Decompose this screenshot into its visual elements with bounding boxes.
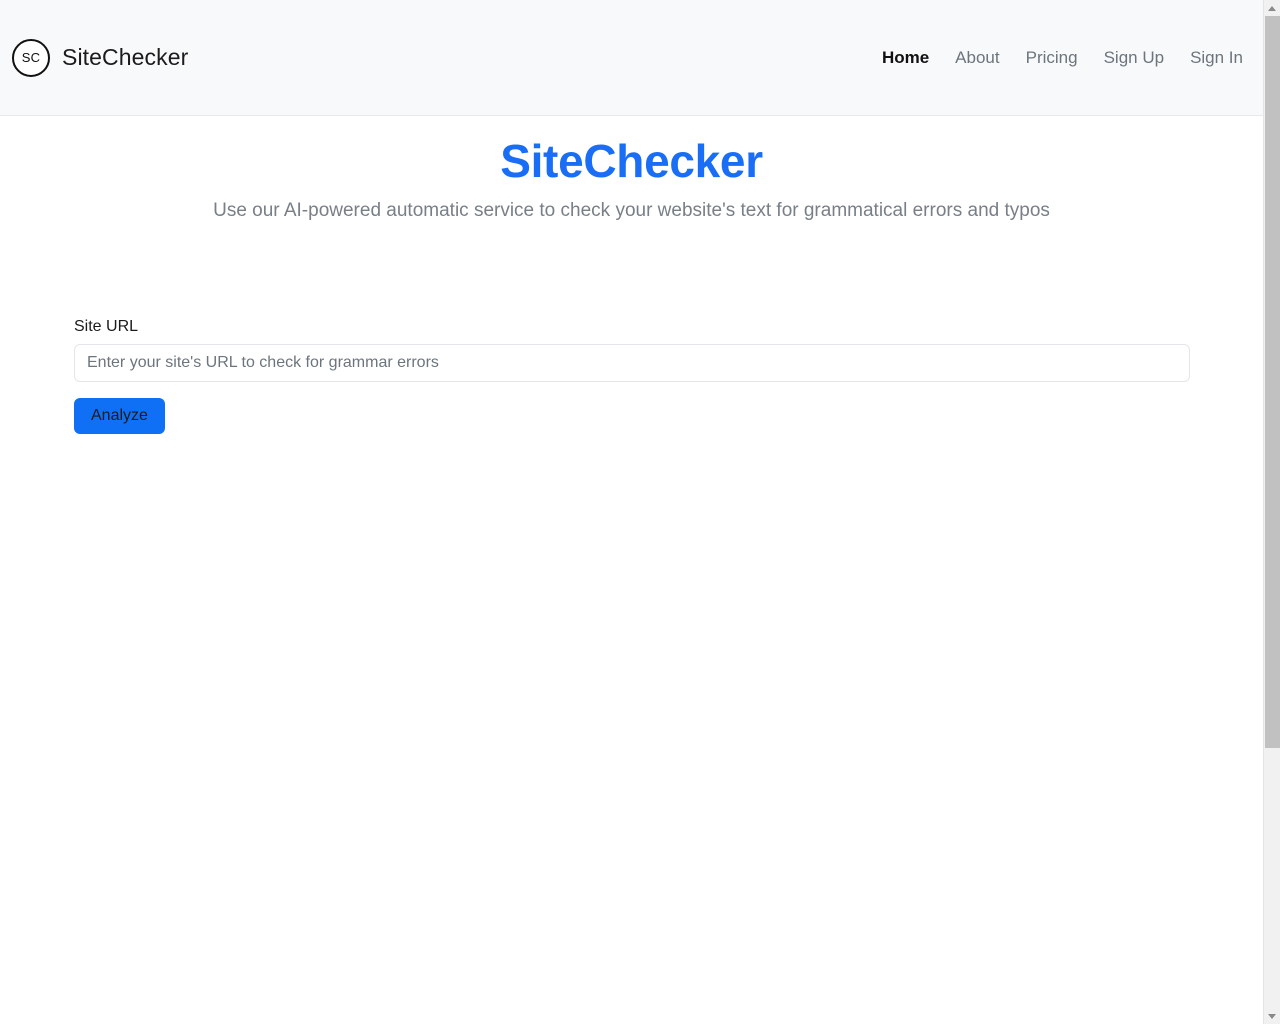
page-title: SiteChecker bbox=[500, 135, 763, 187]
site-url-label: Site URL bbox=[74, 317, 139, 335]
vertical-scrollbar[interactable] bbox=[1263, 0, 1280, 1024]
nav-item-home[interactable]: Home bbox=[869, 49, 942, 66]
page-content: SC SiteChecker Home About Pricing Sign U… bbox=[0, 0, 1263, 1024]
main-navigation: Home About Pricing Sign Up Sign In bbox=[869, 49, 1249, 66]
logo-initials: SC bbox=[21, 50, 41, 65]
browser-page: SC SiteChecker Home About Pricing Sign U… bbox=[0, 0, 1280, 1024]
nav-item-pricing[interactable]: Pricing bbox=[1013, 49, 1091, 66]
brand-name: SiteChecker bbox=[62, 44, 189, 70]
brand-logo-link[interactable]: SC SiteChecker bbox=[12, 38, 189, 77]
nav-item-sign-up[interactable]: Sign Up bbox=[1091, 49, 1177, 66]
nav-item-sign-in[interactable]: Sign In bbox=[1177, 49, 1249, 66]
page-subtitle: Use our AI-powered automatic service to … bbox=[213, 200, 1050, 222]
nav-item-about[interactable]: About bbox=[942, 49, 1012, 66]
scrollbar-thumb[interactable] bbox=[1265, 16, 1280, 748]
hero-section: SiteChecker Use our AI-powered automatic… bbox=[0, 116, 1263, 225]
scroll-down-button[interactable] bbox=[1264, 1008, 1280, 1024]
site-header: SC SiteChecker Home About Pricing Sign U… bbox=[0, 0, 1263, 116]
chevron-up-icon bbox=[1268, 5, 1276, 11]
chevron-down-icon bbox=[1268, 1013, 1276, 1019]
scroll-up-button[interactable] bbox=[1264, 0, 1280, 16]
logo-circle-icon: SC bbox=[12, 38, 50, 77]
analyze-button[interactable]: Analyze bbox=[74, 397, 165, 434]
url-check-form: Site URL Analyze bbox=[0, 317, 1263, 434]
site-url-input[interactable] bbox=[74, 343, 1190, 382]
